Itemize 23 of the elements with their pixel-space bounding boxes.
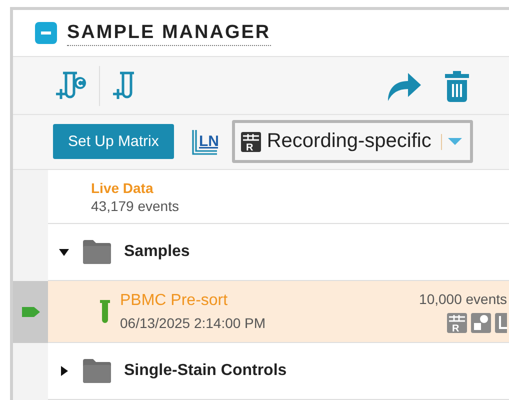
collapse-caret-icon[interactable] — [58, 246, 70, 258]
event-count: 10,000 events — [419, 290, 507, 306]
layout-dropdown[interactable]: R Recording-specific — [232, 120, 474, 164]
panel-title[interactable]: SAMPLE MANAGER — [67, 20, 271, 46]
trash-icon[interactable] — [444, 70, 470, 102]
set-up-matrix-button[interactable]: Set Up Matrix — [53, 124, 174, 160]
tube-icon — [100, 298, 110, 324]
folder-label: Samples — [124, 243, 190, 261]
sample-name: PBMC Pre-sort — [120, 292, 229, 310]
sample-row[interactable]: PBMC Pre-sort 06/13/2025 2:14:00 PM 10,000 events R — [48, 281, 509, 343]
folder-label: Single-Stain Controls — [124, 362, 287, 380]
folder-icon — [82, 358, 112, 384]
expand-caret-icon[interactable] — [58, 365, 70, 377]
dropdown-caret-icon — [448, 138, 462, 146]
report-icon: R — [447, 312, 467, 332]
folder-icon — [82, 239, 112, 265]
sample-date: 06/13/2025 2:14:00 PM — [120, 315, 267, 331]
collapse-icon[interactable] — [35, 22, 57, 44]
scatter-plot-icon — [471, 312, 491, 332]
axis-plot-icon — [495, 312, 507, 332]
current-marker-icon — [22, 307, 40, 317]
report-icon: R — [240, 132, 261, 152]
live-event-count: 43,179 events — [91, 198, 179, 214]
